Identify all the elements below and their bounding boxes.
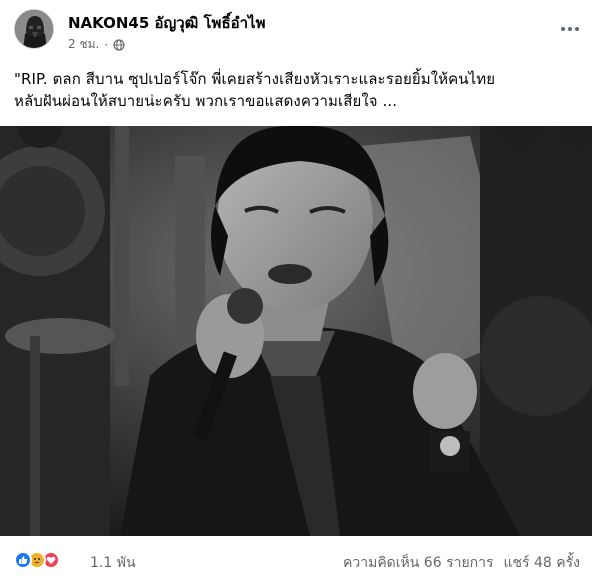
post-footer: 1.1 พัน ความคิดเห็น 66 รายการ แชร์ 48 คร… (14, 548, 580, 576)
caption-line-1: "RIP. ตลก สีบาน ซุปเปอร์โจ๊ก พี่เคยสร้าง… (14, 70, 496, 88)
shares-count[interactable]: แชร์ 48 ครั้ง (504, 552, 580, 574)
post-header: NAKON45 อัญวุฒิ โพธิ์อำไพ 2 ชม. · (14, 9, 584, 55)
post-stats: ความคิดเห็น 66 รายการ แชร์ 48 ครั้ง (343, 552, 580, 574)
globe-icon (113, 38, 125, 51)
post-time[interactable]: 2 ชม. (68, 35, 99, 54)
comments-count[interactable]: ความคิดเห็น 66 รายการ (343, 552, 494, 574)
post-meta: 2 ชม. · (68, 35, 125, 54)
reaction-count[interactable]: 1.1 พัน (90, 552, 136, 574)
meta-separator: · (104, 37, 109, 52)
singer-photo-illustration (0, 126, 592, 536)
caption-line-2: หลับฝันผ่อนให้สบายน่ะครับ พวกเราขอแสดงคว… (14, 92, 398, 110)
post-caption: "RIP. ตลก สีบาน ซุปเปอร์โจ๊ก พี่เคยสร้าง… (14, 68, 580, 112)
darth-vader-avatar-image (15, 10, 53, 48)
author-avatar[interactable] (14, 9, 54, 49)
facebook-post: NAKON45 อัญวุฒิ โพธิ์อำไพ 2 ชม. · "RIP. … (0, 0, 592, 579)
author-name[interactable]: NAKON45 อัญวุฒิ โพธิ์อำไพ (68, 11, 265, 35)
reactions-summary[interactable] (14, 551, 60, 569)
like-reaction-icon (14, 551, 32, 569)
post-photo[interactable] (0, 126, 592, 536)
more-options-icon[interactable] (556, 19, 584, 39)
